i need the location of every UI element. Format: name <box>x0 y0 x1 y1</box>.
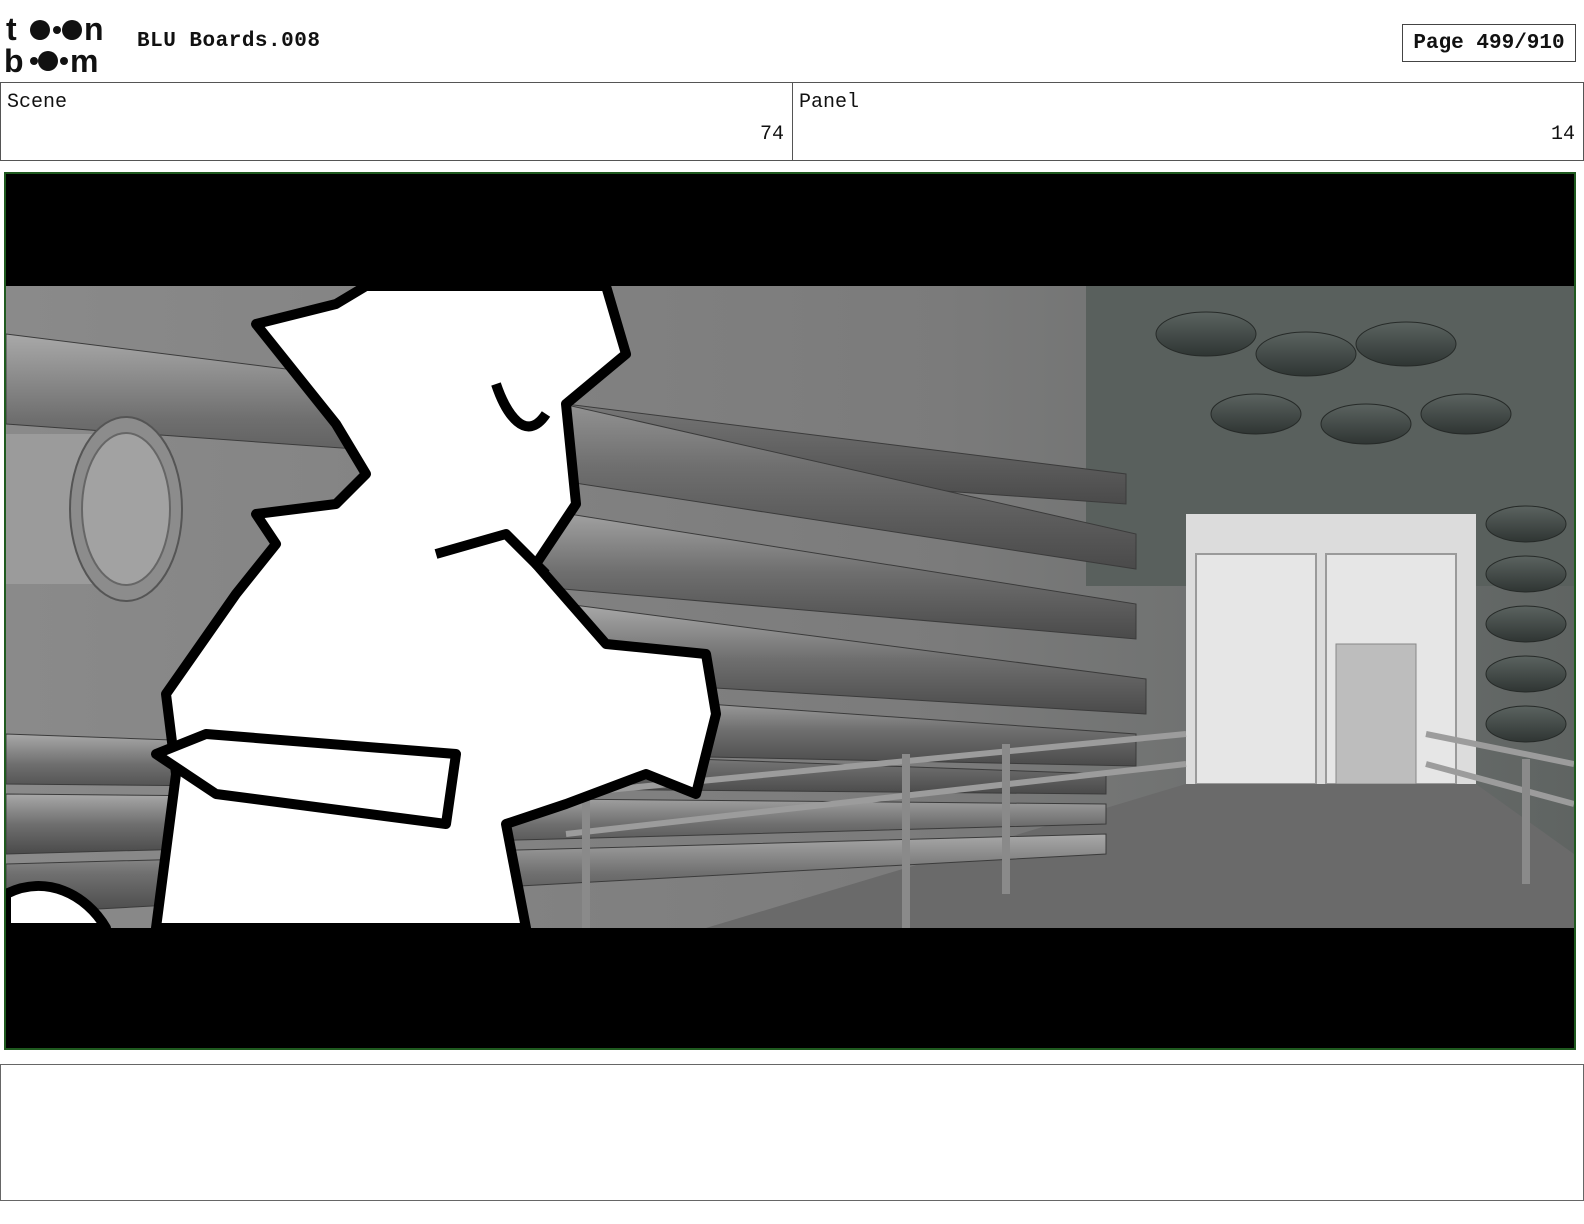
svg-text:t: t <box>6 12 17 47</box>
letterbox-bottom <box>6 928 1574 1048</box>
storyboard-panel-image <box>4 172 1576 1050</box>
scene-panel-row: Scene 74 Panel 14 <box>0 82 1584 161</box>
panel-notes-box <box>0 1064 1584 1201</box>
panel-number: 14 <box>1550 123 1575 146</box>
scene-label: Scene <box>7 91 68 114</box>
panel-label: Panel <box>799 91 860 114</box>
svg-text:m: m <box>70 43 98 74</box>
letterbox-top <box>6 174 1574 286</box>
document-title: BLU Boards.008 <box>137 30 321 53</box>
scene-cell: Scene 74 <box>1 83 793 160</box>
page-counter: Page 499/910 <box>1402 24 1576 62</box>
scene-number: 74 <box>759 123 784 146</box>
toonboom-logo: t n b m <box>4 11 116 79</box>
panel-cell: Panel 14 <box>793 83 1583 160</box>
svg-text:n: n <box>84 12 104 47</box>
svg-text:b: b <box>4 43 24 74</box>
